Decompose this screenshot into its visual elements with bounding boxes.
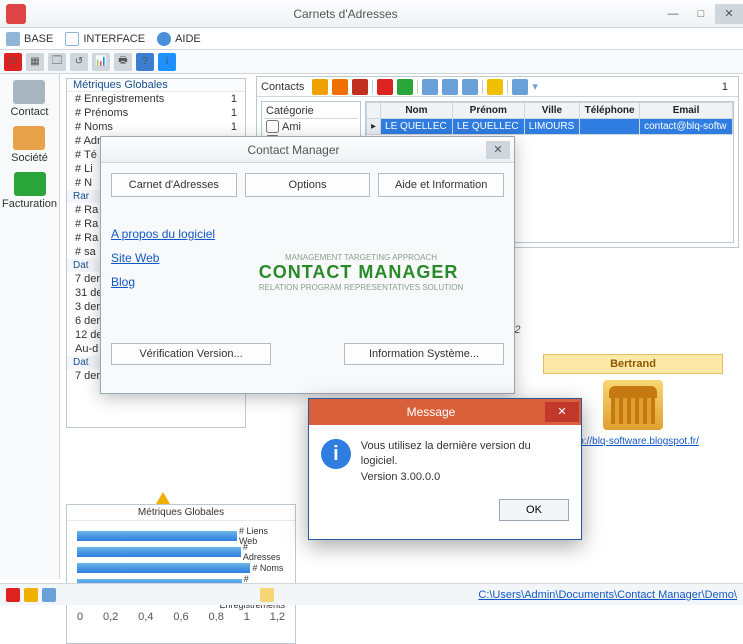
chart-panel: Métriques Globales # Liens Web # Adresses… [66,504,296,644]
info-icon[interactable]: i [158,53,176,71]
contact-icon [13,80,45,104]
metrics-header: Métriques Globales [67,79,245,92]
checkbox-ami[interactable] [266,120,279,133]
key-icon[interactable] [512,79,528,95]
status-tool-icon[interactable] [42,588,56,602]
row-indicator-icon: ▸ [367,119,381,135]
chart-bar: # Liens Web [77,529,285,543]
folder-icon [260,588,274,602]
new-icon[interactable] [312,79,328,95]
contact-logo-icon [603,380,663,430]
grid-row[interactable]: ▸ LE QUELLEC LE QUELLEC LIMOURS contact@… [367,119,733,135]
dialog-close-button[interactable]: ✕ [486,141,510,159]
category-header: Catégorie [264,104,358,119]
chart-icon[interactable] [487,79,503,95]
metrics-row: # Enregistrements1 [67,92,245,106]
message-close-button[interactable]: ✕ [545,402,579,422]
window-icon [65,32,79,46]
tool-btn-4[interactable]: ↺ [70,53,88,71]
warning-icon [156,492,170,504]
status-power-icon[interactable] [6,588,20,602]
tool-btn-2[interactable]: ▦ [26,53,44,71]
info-icon: i [321,439,351,469]
sidebar-item-contact[interactable]: Contact [11,80,49,118]
open-icon[interactable] [332,79,348,95]
print-icon[interactable] [442,79,458,95]
database-icon [6,32,20,46]
options-button[interactable]: Options [245,173,371,197]
contacts-count: 1 [722,81,734,93]
blog-link[interactable]: Blog [111,275,241,289]
sidebar: Contact Société Facturation [0,74,60,579]
save-icon[interactable] [352,79,368,95]
word-cloud: MANAGEMENT TARGETING APPROACH CONTACT MA… [241,207,481,337]
main-toolbar: ⏻ ▦ 🗔 ↺ 📊 🖶 ? i [0,50,743,74]
verify-version-button[interactable]: Vérification Version... [111,343,271,365]
category-ami[interactable]: Ami [264,119,358,134]
status-path[interactable]: C:\Users\Admin\Documents\Contact Manager… [478,589,737,601]
sidebar-item-societe[interactable]: Société [11,126,48,164]
system-info-button[interactable]: Information Système... [344,343,504,365]
chart-bar: # Adresses [77,545,285,559]
menu-interface[interactable]: INTERFACE [65,32,145,46]
contact-manager-dialog: Contact Manager ✕ Carnet d'Adresses Opti… [100,136,515,394]
tool-btn-3[interactable]: 🗔 [48,53,66,71]
metrics-row: # Prénoms1 [67,106,245,120]
ok-button[interactable]: OK [499,499,569,521]
delete-icon[interactable] [377,79,393,95]
menu-bar: BASE INTERFACE AIDE [0,28,743,50]
status-warn-icon[interactable] [24,588,38,602]
message-title: Message [317,405,545,419]
company-icon [13,126,45,150]
metrics-row: # Noms1 [67,120,245,134]
cart-icon [14,172,46,196]
export-icon[interactable] [462,79,478,95]
carnet-button[interactable]: Carnet d'Adresses [111,173,237,197]
menu-aide[interactable]: AIDE [157,32,201,46]
chart-bar: # Noms [77,561,285,575]
minimize-button[interactable]: — [659,4,687,24]
power-icon[interactable]: ⏻ [4,53,22,71]
tool-btn-5[interactable]: 📊 [92,53,110,71]
dialog-title: Contact Manager [101,143,486,157]
help-icon[interactable]: ? [136,53,154,71]
tool-btn-6[interactable]: 🖶 [114,53,132,71]
window-title: Carnets d'Adresses [32,7,659,21]
copy-icon[interactable] [422,79,438,95]
site-link[interactable]: Site Web [111,251,241,265]
message-text: Vous utilisez la dernière version du log… [361,439,569,485]
about-link[interactable]: A propos du logiciel [111,227,241,241]
app-icon [6,4,26,24]
chart-title: Métriques Globales [67,505,295,521]
aide-button[interactable]: Aide et Information [378,173,504,197]
message-dialog: Message ✕ i Vous utilisez la dernière ve… [308,398,582,540]
window-titlebar: Carnets d'Adresses — □ ✕ [0,0,743,28]
status-bar: C:\Users\Admin\Documents\Contact Manager… [0,583,743,605]
sidebar-item-facturation[interactable]: Facturation [2,172,57,210]
menu-base[interactable]: BASE [6,32,53,46]
trash-icon[interactable] [397,79,413,95]
maximize-button[interactable]: □ [687,4,715,24]
grid-header-row: Nom Prénom Ville Téléphone Email [367,103,733,119]
close-button[interactable]: ✕ [715,4,743,24]
help-icon [157,32,171,46]
contacts-label: Contacts [261,81,304,93]
contact-name: Bertrand [543,354,723,374]
